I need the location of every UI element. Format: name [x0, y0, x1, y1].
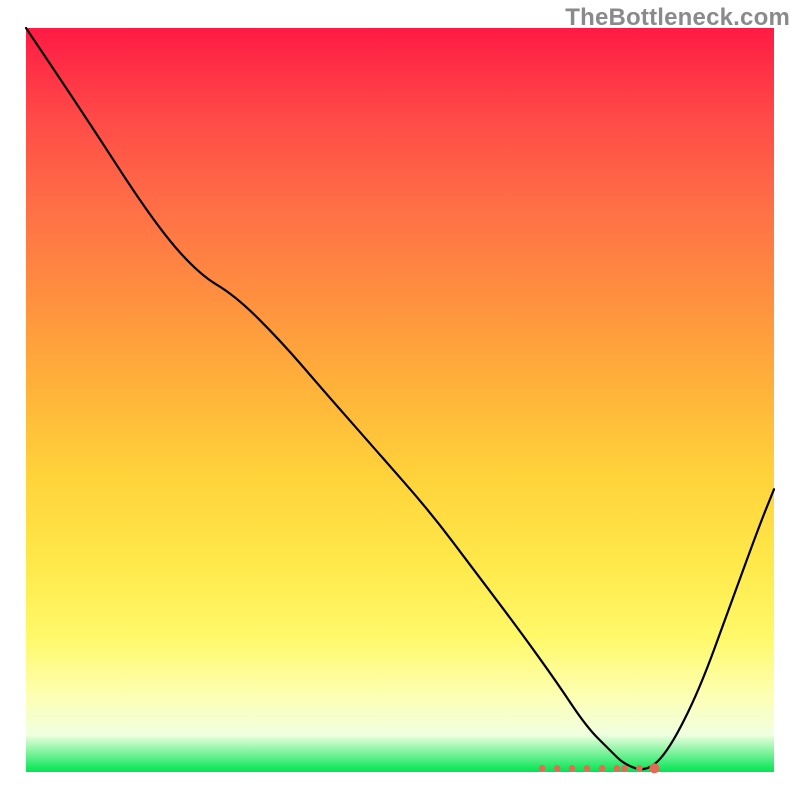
marker-dot: [554, 765, 561, 772]
bottom-marker-row: [539, 763, 660, 773]
marker-dot: [614, 765, 621, 772]
marker-dot: [584, 765, 591, 772]
marker-layer: [26, 28, 774, 772]
marker-dot: [621, 765, 628, 772]
marker-dot: [649, 763, 659, 773]
marker-dot: [569, 765, 576, 772]
plot-area: [26, 28, 774, 772]
marker-dot: [539, 765, 546, 772]
marker-dot: [636, 765, 643, 772]
marker-dot: [599, 765, 606, 772]
chart-container: { "attribution": "TheBottleneck.com", "c…: [0, 0, 800, 800]
